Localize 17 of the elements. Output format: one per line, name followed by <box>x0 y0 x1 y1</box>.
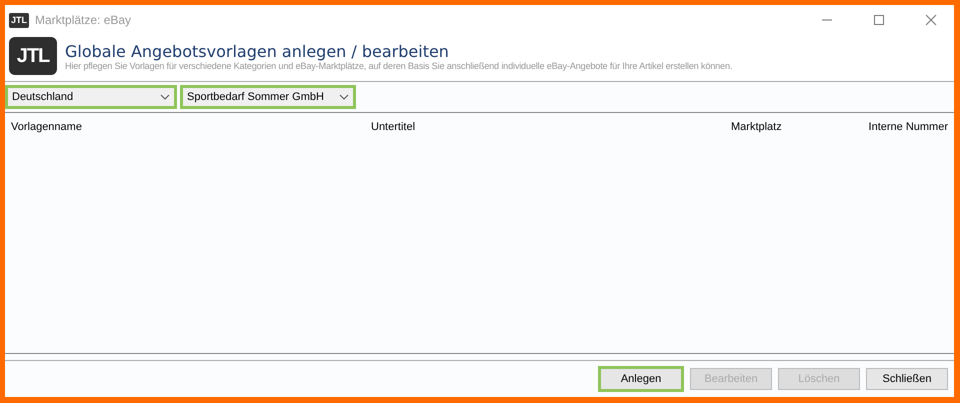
window-title: Marktplätze: eBay <box>35 13 132 27</box>
logo: JTL <box>9 37 57 75</box>
maximize-icon <box>873 14 885 26</box>
dropdown[interactable]: Deutschland <box>5 85 177 109</box>
action-button[interactable]: Anlegen <box>598 366 684 392</box>
chevron-icon <box>339 94 349 100</box>
column-header[interactable]: Vorlagenname <box>11 121 371 133</box>
chevron-icon <box>160 94 170 100</box>
column-header[interactable]: Marktplatz <box>731 121 869 133</box>
column-header[interactable]: Interne Nummer <box>868 121 954 133</box>
column-header[interactable]: Untertitel <box>371 121 731 133</box>
close-icon <box>925 14 937 26</box>
action-button[interactable]: Schließen <box>866 368 948 390</box>
app-logo: JTL <box>9 12 30 28</box>
page-description: Hier pflegen Sie Vorlagen für verschiedene Kategorien und eBay-Marktplätze, auf deren Basis Sie anschließend individuelle eBay-Angebote für Ihre Artikel erstellen können. <box>65 60 732 70</box>
dropdown[interactable]: Sportbedarf Sommer GmbH <box>180 85 356 109</box>
page-title: Globale Angebotsvorlagen anlegen / bearbeiten <box>65 42 450 60</box>
